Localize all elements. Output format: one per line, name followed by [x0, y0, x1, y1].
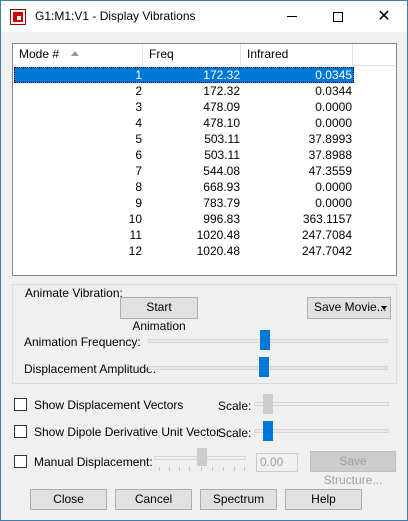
cell-freq: 172.32	[203, 68, 240, 82]
list-rows: 1 172.32 0.0345 2 172.32 0.0344 3 478.09 0.0000 4…	[14, 67, 397, 259]
cancel-button[interactable]: Cancel	[115, 489, 192, 510]
close-window-button[interactable]: ✕	[361, 1, 407, 32]
cell-freq: 1020.48	[196, 228, 240, 242]
dipole-scale-label: Scale:	[218, 426, 252, 440]
cell-mode: 4	[135, 116, 142, 130]
sort-ascending-icon	[71, 51, 79, 56]
display-vibrations-window: G1:M1:V1 - Display Vibrations ✕ Mode # F…	[0, 0, 408, 521]
show-dipole-derivative-checkbox[interactable]	[14, 425, 27, 438]
cell-ir: 363.1157	[302, 212, 352, 226]
cell-mode: 2	[135, 84, 142, 98]
column-header-mode-label: Mode #	[19, 47, 60, 61]
vectors-scale-thumb	[263, 394, 273, 414]
show-displacement-vectors-checkbox[interactable]	[14, 398, 27, 411]
table-row[interactable]: 8 668.93 0.0000	[14, 179, 397, 195]
column-header-infrared[interactable]: Infrared	[241, 44, 353, 66]
minimize-icon	[287, 16, 297, 17]
column-header-infrared-label: Infrared	[247, 47, 289, 61]
manual-displacement-label: Manual Displacement:	[34, 455, 153, 469]
cell-freq: 478.10	[203, 116, 240, 130]
show-displacement-vectors-label: Show Displacement Vectors	[34, 398, 184, 412]
column-header-mode[interactable]: Mode #	[13, 44, 143, 66]
animation-frequency-label: Animation Frequency:	[24, 335, 141, 349]
dipole-scale-track[interactable]	[254, 429, 389, 433]
cell-freq: 503.11	[204, 132, 240, 146]
column-header-freq[interactable]: Freq	[143, 44, 241, 66]
table-row[interactable]: 5 503.11 37.8993	[14, 131, 397, 147]
show-dipole-derivative-label: Show Dipole Derivative Unit Vector	[34, 425, 221, 439]
save-movie-button[interactable]: Save Movie...	[307, 297, 391, 319]
cell-ir: 0.0000	[315, 116, 352, 130]
table-row[interactable]: 9 783.79 0.0000	[14, 195, 397, 211]
cell-mode: 5	[135, 132, 142, 146]
cell-ir: 0.0000	[315, 100, 352, 114]
cell-ir: 0.0000	[315, 196, 352, 210]
table-row[interactable]: 10 996.83 363.1157	[14, 211, 397, 227]
cell-mode: 7	[135, 164, 142, 178]
cell-freq: 503.11	[204, 148, 240, 162]
cell-mode: 11	[129, 228, 142, 242]
displacement-amplitude-thumb[interactable]	[259, 357, 269, 377]
cell-freq: 172.32	[203, 84, 240, 98]
cell-freq: 1020.48	[196, 244, 240, 258]
animation-frequency-thumb[interactable]	[260, 330, 270, 350]
start-animation-button[interactable]: Start Animation	[120, 297, 198, 333]
cell-freq: 544.08	[203, 164, 240, 178]
cell-ir: 37.8988	[308, 148, 352, 162]
title-bar[interactable]: G1:M1:V1 - Display Vibrations ✕	[1, 1, 407, 32]
column-header-freq-label: Freq	[149, 47, 174, 61]
dropdown-arrow-icon	[381, 306, 387, 310]
help-button[interactable]: Help	[285, 489, 362, 510]
cell-freq: 478.09	[203, 100, 240, 114]
maximize-button[interactable]	[315, 1, 361, 32]
table-row[interactable]: 11 1020.48 247.7084	[14, 227, 397, 243]
spectrum-button[interactable]: Spectrum	[200, 489, 277, 510]
cell-ir: 247.7084	[301, 228, 352, 242]
save-structure-button: Save Structure...	[310, 451, 396, 487]
vibrations-list[interactable]: Mode # Freq Infrared 1 172.32 0.0345 2 172.3…	[12, 43, 397, 276]
save-movie-label: Save Movie...	[314, 300, 387, 314]
manual-displacement-ticks	[159, 467, 245, 472]
displacement-amplitude-label: Displacement Amplitude:	[24, 362, 157, 376]
close-button[interactable]: Close	[30, 489, 107, 510]
table-row[interactable]: 4 478.10 0.0000	[14, 115, 397, 131]
cell-mode: 6	[135, 148, 142, 162]
cell-ir: 0.0000	[315, 180, 352, 194]
minimize-button[interactable]	[269, 1, 315, 32]
table-row[interactable]: 3 478.09 0.0000	[14, 99, 397, 115]
maximize-icon	[333, 11, 343, 22]
manual-displacement-value: 0.00	[256, 453, 298, 472]
cell-mode: 3	[135, 100, 142, 114]
cell-mode: 9	[135, 196, 142, 210]
table-row[interactable]: 12 1020.48 247.7042	[14, 243, 397, 259]
cell-freq: 668.93	[203, 180, 240, 194]
table-row[interactable]: 6 503.11 37.8988	[14, 147, 397, 163]
dipole-scale-thumb[interactable]	[263, 421, 273, 441]
gaussview-app-icon	[10, 9, 26, 25]
cell-ir: 47.3559	[308, 164, 352, 178]
list-header: Mode # Freq Infrared	[13, 44, 396, 66]
cell-ir: 0.0345	[315, 68, 352, 82]
close-icon: ✕	[377, 7, 391, 25]
window-title: G1:M1:V1 - Display Vibrations	[35, 9, 196, 23]
manual-displacement-checkbox[interactable]	[14, 455, 27, 468]
vectors-scale-track	[254, 402, 389, 406]
cell-ir: 247.7042	[301, 244, 352, 258]
cell-mode: 10	[128, 212, 142, 226]
animate-vibration-label: Animate Vibration:	[24, 286, 124, 300]
manual-displacement-thumb	[197, 448, 207, 466]
vectors-scale-label: Scale:	[218, 399, 252, 413]
cell-mode: 1	[135, 68, 142, 82]
cell-mode: 12	[128, 244, 142, 258]
table-row[interactable]: 7 544.08 47.3559	[14, 163, 397, 179]
table-row[interactable]: 1 172.32 0.0345	[14, 67, 354, 83]
cell-ir: 37.8993	[308, 132, 352, 146]
cell-freq: 996.83	[203, 212, 240, 226]
cell-freq: 783.79	[203, 196, 240, 210]
cell-ir: 0.0344	[315, 84, 352, 98]
table-row[interactable]: 2 172.32 0.0344	[14, 83, 397, 99]
cell-mode: 8	[135, 180, 142, 194]
